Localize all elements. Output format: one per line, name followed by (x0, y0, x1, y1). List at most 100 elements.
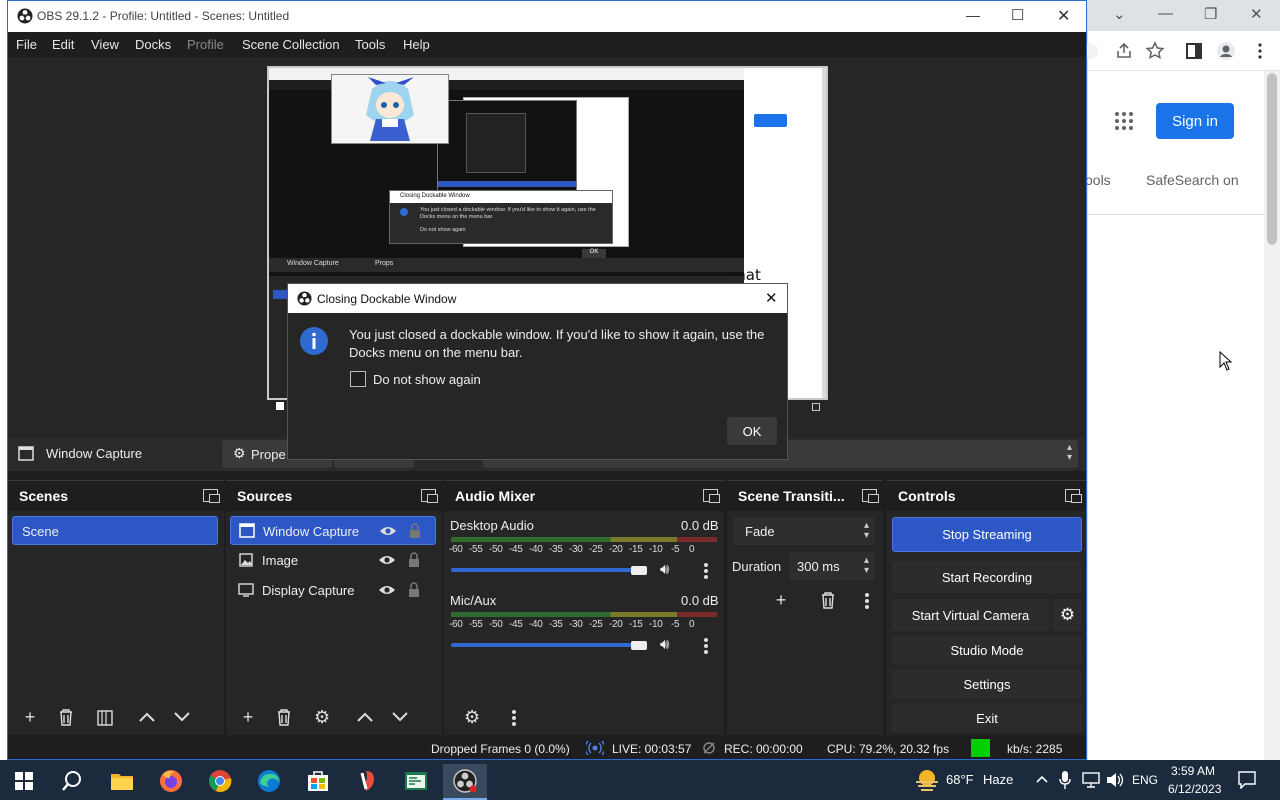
do-not-show-checkbox[interactable] (350, 371, 366, 387)
move-down-icon[interactable] (174, 712, 190, 722)
tools-link[interactable]: ools (1085, 172, 1111, 188)
chevron-up-icon[interactable] (1036, 775, 1048, 783)
kebab-menu-icon[interactable] (864, 592, 870, 610)
language-indicator[interactable]: ENG (1132, 773, 1158, 787)
trash-icon[interactable] (58, 709, 74, 726)
notifications-icon[interactable] (1238, 771, 1256, 789)
spin-arrows-icon[interactable]: ▴ ▾ (864, 556, 869, 576)
eye-visible-icon[interactable] (378, 554, 396, 566)
maximize-icon[interactable]: ☐ (1011, 6, 1024, 24)
obs-taskbar-icon[interactable] (443, 764, 487, 798)
kebab-menu-icon[interactable] (703, 562, 709, 580)
trash-icon[interactable] (276, 709, 292, 726)
source-item-image[interactable]: Image (230, 546, 436, 575)
lock-icon[interactable] (409, 523, 421, 539)
menu-file[interactable]: File (16, 37, 37, 52)
menu-scene-collection[interactable]: Scene Collection (242, 37, 340, 52)
share-icon[interactable] (1114, 41, 1134, 61)
ok-button[interactable]: OK (727, 417, 777, 445)
scene-item[interactable]: Scene (12, 516, 218, 545)
menu-profile[interactable]: Profile (187, 37, 224, 52)
stop-streaming-button[interactable]: Stop Streaming (892, 517, 1082, 552)
dock-float-icon[interactable] (703, 489, 720, 503)
eye-visible-icon[interactable] (378, 584, 396, 596)
volume-icon[interactable] (1106, 772, 1124, 788)
restore-icon[interactable]: ❐ (1204, 5, 1217, 23)
clock-date[interactable]: 6/12/2023 (1168, 782, 1221, 796)
virtual-camera-gear-icon[interactable]: ⚙ (1053, 599, 1082, 631)
dock-float-icon[interactable] (1065, 489, 1082, 503)
scene-filters-icon[interactable] (97, 710, 113, 726)
chevron-down-icon[interactable]: ⌄ (1113, 5, 1126, 23)
minimize-icon[interactable]: — (1158, 5, 1173, 22)
add-icon[interactable]: + (234, 704, 262, 730)
kebab-menu-icon[interactable] (703, 637, 709, 655)
transition-type-select[interactable]: Fade ▴ ▾ (733, 517, 875, 545)
chrome-icon[interactable] (198, 764, 242, 798)
profile-avatar-icon[interactable] (1216, 41, 1236, 61)
menu-help[interactable]: Help (403, 37, 430, 52)
resize-handle[interactable] (276, 402, 284, 410)
close-icon[interactable]: ✕ (1250, 5, 1263, 23)
advanced-audio-gear-icon[interactable]: ⚙ (464, 707, 480, 728)
safesearch-label[interactable]: SafeSearch on (1146, 172, 1239, 188)
add-icon[interactable]: + (767, 587, 795, 613)
source-item-display-capture[interactable]: Display Capture (230, 576, 436, 605)
dock-float-icon[interactable] (862, 489, 879, 503)
search-icon[interactable] (50, 764, 94, 798)
trash-icon[interactable] (820, 592, 836, 609)
lock-icon[interactable] (408, 552, 420, 568)
start-recording-button[interactable]: Start Recording (892, 561, 1082, 593)
move-up-icon[interactable] (357, 712, 373, 722)
do-not-show-label[interactable]: Do not show again (373, 372, 481, 387)
menu-view[interactable]: View (91, 37, 119, 52)
weather-haze-icon[interactable] (914, 768, 940, 792)
sign-in-button[interactable]: Sign in (1156, 103, 1234, 139)
settings-button[interactable]: Settings (892, 670, 1082, 698)
move-up-icon[interactable] (139, 712, 155, 722)
minimize-icon[interactable]: — (966, 7, 980, 23)
edge-icon[interactable] (247, 764, 291, 798)
duration-spinbox[interactable]: 300 ms ▴ ▾ (789, 552, 875, 580)
browser-scrollbar[interactable] (1264, 71, 1280, 760)
network-icon[interactable] (1082, 772, 1100, 788)
source-item-window-capture[interactable]: Window Capture (230, 516, 436, 545)
microphone-icon[interactable] (1059, 770, 1071, 790)
desktop-audio-volume-slider[interactable] (451, 568, 641, 572)
exit-button[interactable]: Exit (892, 704, 1082, 732)
start-virtual-camera-button[interactable]: Start Virtual Camera (892, 599, 1049, 631)
menu-edit[interactable]: Edit (52, 37, 74, 52)
menu-docks[interactable]: Docks (135, 37, 171, 52)
resize-handle[interactable] (812, 403, 820, 411)
eye-visible-icon[interactable] (379, 525, 397, 537)
lock-icon[interactable] (408, 582, 420, 598)
mic-aux-volume-knob[interactable] (631, 641, 647, 650)
weather-desc[interactable]: Haze (983, 772, 1013, 787)
menu-tools[interactable]: Tools (355, 37, 385, 52)
scrollbar-thumb[interactable] (1267, 73, 1277, 245)
terminal-app-icon[interactable] (394, 764, 438, 798)
speaker-icon[interactable]: 🔊︎ (660, 636, 669, 653)
side-panel-icon[interactable] (1184, 41, 1204, 61)
add-icon[interactable]: + (16, 704, 44, 730)
dock-float-icon[interactable] (421, 489, 438, 503)
firefox-icon[interactable] (149, 764, 193, 798)
clock-time[interactable]: 3:59 AM (1171, 764, 1215, 778)
file-explorer-icon[interactable] (100, 764, 144, 798)
gear-icon[interactable]: ⚙ (314, 707, 330, 728)
move-down-icon[interactable] (392, 712, 408, 722)
desktop-audio-volume-knob[interactable] (631, 566, 647, 575)
weather-temp[interactable]: 68°F (946, 772, 974, 787)
kebab-menu-icon[interactable] (1250, 41, 1270, 61)
close-icon[interactable]: ✕ (765, 289, 778, 307)
speaker-icon[interactable]: 🔊︎ (660, 561, 669, 578)
apps-grid-icon[interactable] (1114, 111, 1134, 131)
dock-float-icon[interactable] (203, 489, 220, 503)
start-windows-icon[interactable] (2, 764, 46, 798)
microsoft-store-icon[interactable] (296, 764, 340, 798)
studio-mode-button[interactable]: Studio Mode (892, 636, 1082, 664)
kebab-menu-icon[interactable] (511, 709, 517, 727)
mic-aux-volume-slider[interactable] (451, 643, 641, 647)
bookmark-star-icon[interactable] (1145, 41, 1165, 61)
paint-app-icon[interactable] (345, 764, 389, 798)
